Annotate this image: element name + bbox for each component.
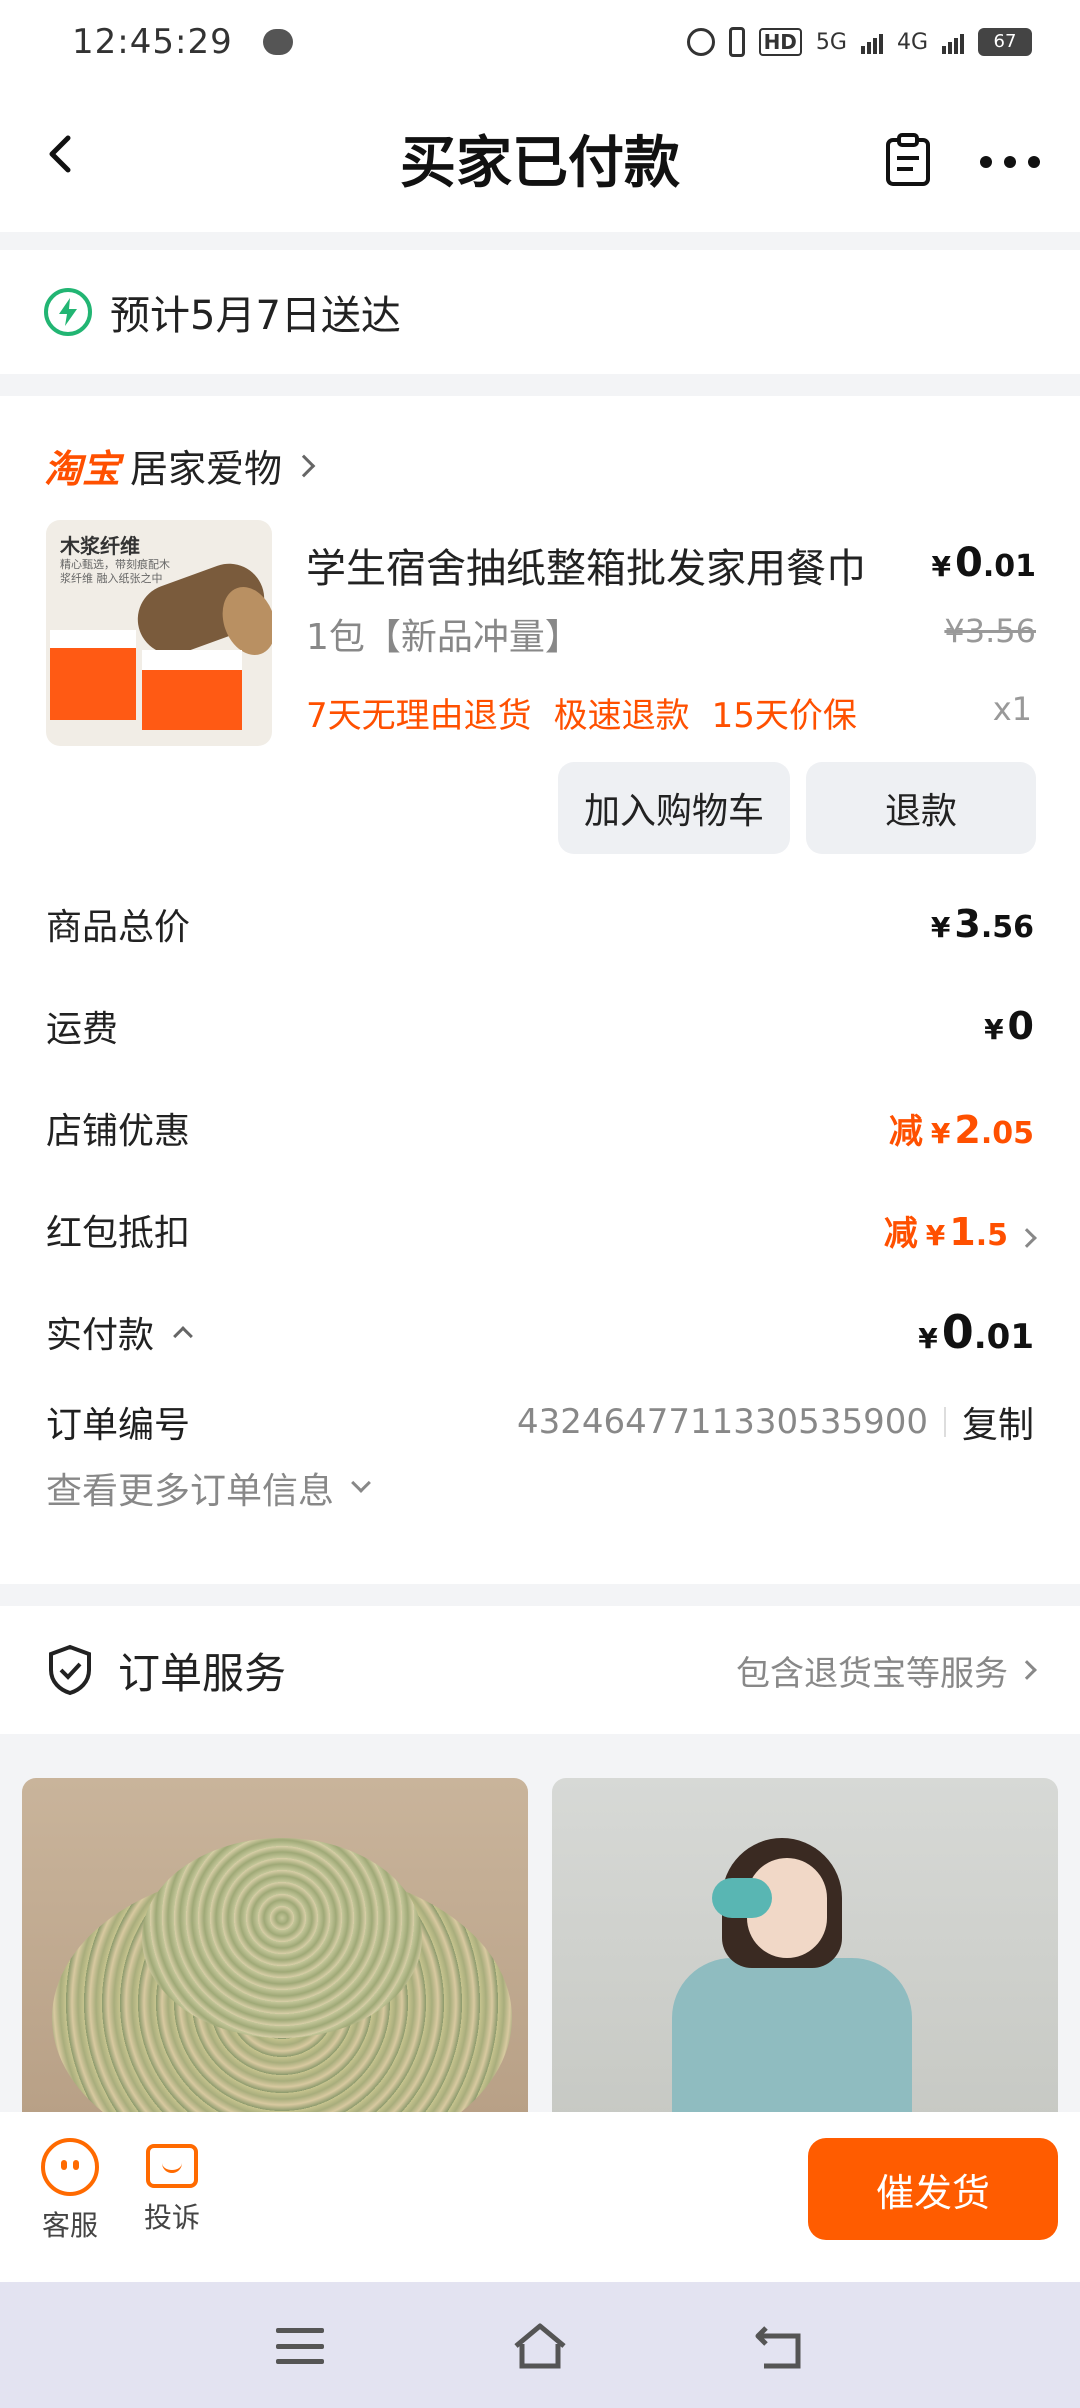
- product-tags: 7天无理由退货 极速退款 15天价保: [306, 688, 857, 737]
- page-header: 买家已付款: [0, 84, 1080, 232]
- urge-shipping-button[interactable]: 催发货: [808, 2138, 1058, 2240]
- summary-value: 减 ¥2.05: [888, 1107, 1034, 1152]
- summary-label: 商品总价: [46, 907, 191, 948]
- add-to-cart-button[interactable]: 加入购物车: [558, 762, 790, 854]
- refund-button[interactable]: 退款: [806, 762, 1036, 854]
- summary-label: 店铺优惠: [46, 1111, 191, 1152]
- battery-icon: 67: [978, 28, 1032, 56]
- bottom-action-bar: 客服 投诉 催发货: [0, 2112, 1080, 2282]
- paid-label-group: 实付款: [46, 1306, 193, 1358]
- taobao-logo: 淘宝: [44, 447, 121, 491]
- recommend-item-blue-dress[interactable]: [552, 1778, 1058, 2118]
- summary-value: 减 ¥1.5: [884, 1206, 1037, 1255]
- tag-no-reason-return: 7天无理由退货: [306, 696, 532, 736]
- customer-service-icon: [41, 2138, 99, 2196]
- summary-row-paid[interactable]: 实付款 ¥0.01: [46, 1302, 1034, 1362]
- summary-label: 红包抵扣: [46, 1213, 191, 1254]
- clipboard-icon[interactable]: [884, 132, 932, 188]
- back-arrow-icon[interactable]: [40, 134, 80, 174]
- product-title[interactable]: 学生宿舍抽纸整箱批发家用餐巾: [306, 536, 866, 594]
- status-bar: 12:45:29 HD 5G 4G 67: [0, 0, 1080, 84]
- product-image-subcaption: 精心甄选，带刻痕配木浆纤维 融入纸张之中: [60, 558, 170, 585]
- product-image[interactable]: 木浆纤维 精心甄选，带刻痕配木浆纤维 融入纸张之中: [46, 520, 272, 746]
- wechat-icon: [262, 29, 293, 55]
- summary-row-shipping: 运费 ¥0: [46, 996, 1034, 1056]
- alarm-icon: [686, 28, 715, 56]
- copy-button[interactable]: 复制: [962, 1396, 1034, 1448]
- product-price: ¥0.01: [931, 540, 1036, 586]
- order-card: 淘宝 居家爱物 木浆纤维 精心甄选，带刻痕配木浆纤维 融入纸张之中 学生宿舍抽纸…: [0, 396, 1080, 1584]
- chevron-up-icon: [173, 1326, 193, 1346]
- complaint-label: 投诉: [143, 2201, 200, 2234]
- complaint-button[interactable]: 投诉: [132, 2138, 212, 2236]
- tag-fast-refund: 极速退款: [553, 696, 690, 736]
- order-number-label: 订单编号: [46, 1405, 191, 1446]
- more-options-icon[interactable]: [980, 142, 1040, 182]
- signal-icon: [860, 30, 883, 54]
- product-quantity: x1: [992, 690, 1032, 728]
- summary-value: ¥0.01: [918, 1305, 1034, 1359]
- complaint-icon: [146, 2144, 198, 2188]
- summary-value: ¥0: [984, 1004, 1034, 1048]
- chevron-right-icon: [292, 454, 316, 477]
- lightning-icon: [44, 288, 92, 336]
- summary-row-red-packet[interactable]: 红包抵扣 减 ¥1.5: [46, 1200, 1037, 1260]
- network-4g-label: 4G: [896, 29, 928, 55]
- vibrate-icon: [728, 27, 745, 57]
- summary-row-total: 商品总价 ¥3.56: [46, 894, 1034, 954]
- menu-icon[interactable]: [276, 2328, 324, 2364]
- signal-icon: [942, 30, 964, 54]
- summary-label: 实付款: [46, 1315, 155, 1356]
- divider: [943, 1407, 946, 1437]
- order-service-label: 订单服务: [118, 1648, 287, 1698]
- tag-price-protect: 15天价保: [711, 696, 857, 736]
- summary-label: 运费: [46, 1009, 119, 1050]
- shop-name: 居家爱物: [130, 447, 283, 491]
- product-image-caption: 木浆纤维: [60, 534, 140, 558]
- chevron-right-icon: [1017, 1227, 1037, 1248]
- summary-row-shop-discount: 店铺优惠 减 ¥2.05: [46, 1098, 1034, 1158]
- shop-link[interactable]: 淘宝 居家爱物: [44, 438, 316, 493]
- home-icon[interactable]: [510, 2320, 570, 2372]
- product-spec: 1包【新品冲量】: [306, 617, 581, 658]
- order-service-row[interactable]: 订单服务 包含退货宝等服务: [0, 1606, 1080, 1734]
- chevron-right-icon: [1017, 1660, 1037, 1680]
- delivery-text: 预计5月7日送达: [110, 293, 401, 339]
- summary-value: ¥3.56: [930, 902, 1034, 946]
- customer-service-label: 客服: [41, 2209, 98, 2242]
- order-number-value: 4324647711330535900: [516, 1402, 928, 1442]
- back-icon[interactable]: [752, 2322, 808, 2372]
- customer-service-button[interactable]: 客服: [30, 2138, 110, 2244]
- shield-icon: [49, 1644, 91, 1696]
- more-order-info-label: 查看更多订单信息: [46, 1471, 335, 1512]
- hd-icon: HD: [758, 28, 802, 56]
- chevron-down-icon: [351, 1473, 371, 1493]
- network-5g-label: 5G: [815, 29, 847, 55]
- order-service-desc: 包含退货宝等服务: [736, 1646, 1037, 1695]
- more-order-info-link[interactable]: 查看更多订单信息: [46, 1462, 371, 1514]
- order-number-row: 订单编号 4324647711330535900 复制: [46, 1396, 1034, 1448]
- recommend-item-straw-hat[interactable]: [22, 1778, 528, 2118]
- status-time: 12:45:29: [72, 22, 233, 62]
- system-nav-bar: [0, 2282, 1080, 2408]
- original-price: ¥3.56: [944, 612, 1036, 650]
- delivery-estimate: 预计5月7日送达: [0, 250, 1080, 374]
